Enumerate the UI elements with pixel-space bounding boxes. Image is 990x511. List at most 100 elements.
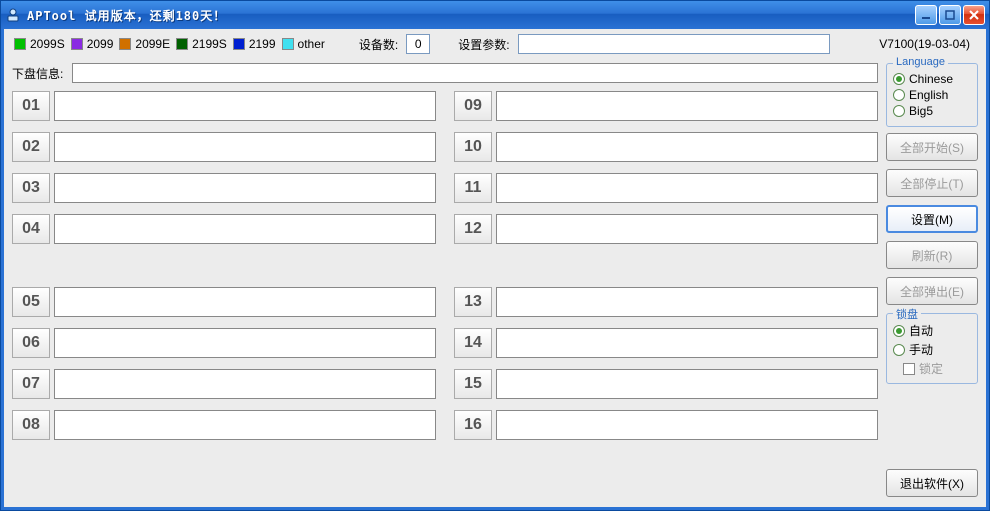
slot-field[interactable] [54, 287, 436, 317]
slot-field[interactable] [496, 287, 878, 317]
minimize-button[interactable] [915, 5, 937, 25]
slot-row: 10 [454, 132, 878, 162]
legend-item: other [282, 37, 325, 51]
slot-field[interactable] [496, 410, 878, 440]
legend-item: 2099S [14, 37, 65, 51]
legend-label: 2099S [30, 37, 65, 51]
legend-item: 2199 [233, 37, 276, 51]
slot-number[interactable]: 04 [12, 214, 50, 244]
stop-all-button[interactable]: 全部停止(T) [886, 169, 978, 197]
language-title: Language [893, 56, 948, 68]
content-area: 2099S20992099E2199S2199other 设备数: 0 设置参数… [1, 29, 989, 510]
slot-number[interactable]: 11 [454, 173, 492, 203]
right-panel: Language ChineseEnglishBig5 全部开始(S) 全部停止… [886, 63, 978, 499]
slot-row: 02 [12, 132, 436, 162]
slot-row: 11 [454, 173, 878, 203]
legend-label: other [298, 37, 325, 51]
slot-field[interactable] [496, 369, 878, 399]
legend-label: 2199S [192, 37, 227, 51]
disk-info-row: 下盘信息: [12, 63, 878, 83]
legend: 2099S 2099 2099E 2199S 2199 other [14, 37, 331, 51]
slot-field[interactable] [54, 369, 436, 399]
radio-icon [893, 325, 905, 337]
slot-column-left: 01 02 03 04 05 06 07 08 [12, 91, 436, 440]
slot-number[interactable]: 07 [12, 369, 50, 399]
slot-field[interactable] [496, 132, 878, 162]
language-group: Language ChineseEnglishBig5 [886, 63, 978, 127]
radio-icon [893, 105, 905, 117]
legend-label: 2199 [249, 37, 276, 51]
slot-number[interactable]: 14 [454, 328, 492, 358]
radio-icon [893, 89, 905, 101]
eject-all-button[interactable]: 全部弹出(E) [886, 277, 978, 305]
slot-number[interactable]: 15 [454, 369, 492, 399]
settings-button[interactable]: 设置(M) [886, 205, 978, 233]
slot-field[interactable] [496, 214, 878, 244]
legend-label: 2099 [87, 37, 114, 51]
slot-row: 12 [454, 214, 878, 244]
lock-manual-radio[interactable]: 手动 [893, 341, 971, 358]
radio-icon [893, 344, 905, 356]
language-label: Big5 [909, 104, 933, 118]
close-button[interactable] [963, 5, 985, 25]
left-panel: 下盘信息: 01 02 03 04 05 06 07 08 09 10 11 12 13 14 15 1… [12, 63, 878, 499]
refresh-button[interactable]: 刷新(R) [886, 241, 978, 269]
app-window: APTool 试用版本，还剩180天！ 2099S20992099E2199S2… [0, 0, 990, 511]
main-area: 下盘信息: 01 02 03 04 05 06 07 08 09 10 11 12 13 14 15 1… [4, 59, 986, 507]
window-title: APTool 试用版本，还剩180天！ [27, 7, 226, 24]
slot-number[interactable]: 09 [454, 91, 492, 121]
slot-number[interactable]: 02 [12, 132, 50, 162]
slot-column-right: 09 10 11 12 13 14 15 16 [454, 91, 878, 440]
slot-number[interactable]: 16 [454, 410, 492, 440]
lock-title: 锁盘 [893, 306, 921, 322]
slot-row: 15 [454, 369, 878, 399]
slot-number[interactable]: 13 [454, 287, 492, 317]
slot-field[interactable] [496, 91, 878, 121]
slot-field[interactable] [54, 132, 436, 162]
toolbar: 2099S20992099E2199S2199other 设备数: 0 设置参数… [4, 29, 986, 59]
slot-field[interactable] [54, 173, 436, 203]
slot-field[interactable] [54, 214, 436, 244]
legend-swatch [71, 38, 83, 50]
slot-number[interactable]: 03 [12, 173, 50, 203]
param-input[interactable] [518, 34, 830, 54]
slot-number[interactable]: 12 [454, 214, 492, 244]
slot-row: 04 [12, 214, 436, 244]
version-label: V7100(19-03-04) [879, 37, 976, 51]
lock-manual-label: 手动 [909, 341, 933, 358]
device-count-value: 0 [406, 34, 430, 54]
start-all-button[interactable]: 全部开始(S) [886, 133, 978, 161]
language-label: Chinese [909, 72, 953, 86]
slot-row: 08 [12, 410, 436, 440]
param-label: 设置参数: [458, 36, 509, 53]
slot-number[interactable]: 05 [12, 287, 50, 317]
slot-field[interactable] [54, 410, 436, 440]
language-option[interactable]: English [893, 88, 971, 102]
lock-auto-radio[interactable]: 自动 [893, 322, 971, 339]
disk-info-field[interactable] [72, 63, 878, 83]
radio-icon [893, 73, 905, 85]
slot-row: 03 [12, 173, 436, 203]
legend-item: 2099E [119, 37, 170, 51]
slot-number[interactable]: 01 [12, 91, 50, 121]
slot-field[interactable] [496, 328, 878, 358]
slot-number[interactable]: 08 [12, 410, 50, 440]
legend-label: 2099E [135, 37, 170, 51]
slot-field[interactable] [54, 91, 436, 121]
language-label: English [909, 88, 948, 102]
language-option[interactable]: Chinese [893, 72, 971, 86]
titlebar[interactable]: APTool 试用版本，还剩180天！ [1, 1, 989, 29]
slot-field[interactable] [496, 173, 878, 203]
language-option[interactable]: Big5 [893, 104, 971, 118]
slot-row: 05 [12, 287, 436, 317]
legend-swatch [14, 38, 26, 50]
slot-number[interactable]: 06 [12, 328, 50, 358]
exit-button[interactable]: 退出软件(X) [886, 469, 978, 497]
legend-swatch [282, 38, 294, 50]
maximize-button[interactable] [939, 5, 961, 25]
slot-number[interactable]: 10 [454, 132, 492, 162]
legend-swatch [119, 38, 131, 50]
slot-row: 14 [454, 328, 878, 358]
slot-field[interactable] [54, 328, 436, 358]
app-icon [5, 7, 21, 23]
